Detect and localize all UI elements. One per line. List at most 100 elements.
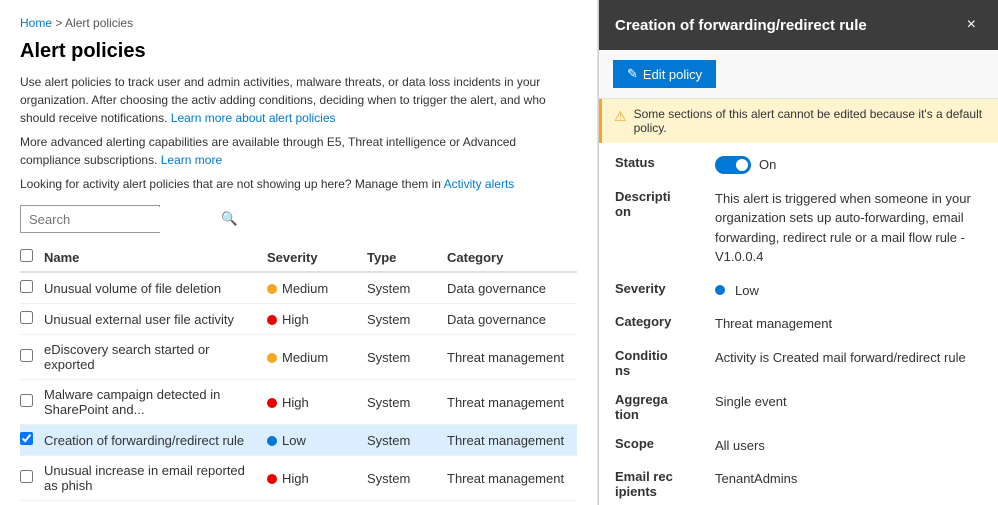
row-severity: High	[267, 380, 367, 425]
severity-indicator	[267, 474, 277, 484]
edit-policy-label: Edit policy	[643, 67, 702, 82]
edit-icon: ✎	[627, 66, 638, 82]
breadcrumb: Home > Alert policies	[20, 16, 577, 30]
row-checkbox[interactable]	[20, 394, 33, 407]
detail-content: Status On Description This alert is trig…	[599, 143, 998, 505]
row-type: System	[367, 335, 447, 380]
description-value: This alert is triggered when someone in …	[715, 189, 982, 267]
email-recipients-row: Email recipients TenantAdmins	[615, 469, 982, 499]
conditions-label: Conditions	[615, 348, 715, 378]
select-all-checkbox[interactable]	[20, 249, 33, 262]
row-category: Data governance	[447, 304, 577, 335]
severity-indicator	[267, 315, 277, 325]
row-name: Unusual increase in email reported as ph…	[44, 456, 267, 501]
row-category: Threat management	[447, 380, 577, 425]
severity-dot	[715, 285, 725, 295]
table-row[interactable]: Creation of forwarding/redirect rule Low…	[20, 425, 577, 456]
row-type: System	[367, 501, 447, 505]
row-type: System	[367, 304, 447, 335]
row-category: Threat management	[447, 425, 577, 456]
category-row: Category Threat management	[615, 314, 982, 334]
aggregation-label: Aggregation	[615, 392, 715, 422]
row-checkbox[interactable]	[20, 311, 33, 324]
close-button[interactable]: ×	[961, 14, 982, 36]
edit-policy-button[interactable]: ✎ Edit policy	[613, 60, 716, 88]
table-row[interactable]: Unusual external user file activity High…	[20, 304, 577, 335]
table-row[interactable]: Malware campaign detected in SharePoint …	[20, 380, 577, 425]
row-name: Unusual external user file activity	[44, 304, 267, 335]
description-row: Description This alert is triggered when…	[615, 189, 982, 267]
severity-value: Low	[715, 281, 982, 301]
row-type: System	[367, 380, 447, 425]
aggregation-value: Single event	[715, 392, 982, 422]
row-checkbox[interactable]	[20, 349, 33, 362]
search-box[interactable]: 🔍	[20, 205, 160, 233]
col-header-name: Name	[44, 243, 267, 272]
row-name: Unusual volume of file deletion	[44, 272, 267, 304]
row-name: Malware campaign detected in SharePoint …	[44, 380, 267, 425]
left-panel: Home > Alert policies Alert policies Use…	[0, 0, 598, 505]
category-value: Threat management	[715, 314, 982, 334]
detail-header: Creation of forwarding/redirect rule ×	[599, 0, 998, 50]
page-description-3: Looking for activity alert policies that…	[20, 175, 577, 193]
right-panel: Creation of forwarding/redirect rule × ✎…	[598, 0, 998, 505]
email-recipients-label: Email recipients	[615, 469, 715, 499]
severity-row: Severity Low	[615, 281, 982, 301]
row-name: Creation of forwarding/redirect rule	[44, 425, 267, 456]
search-input[interactable]	[21, 207, 213, 232]
table-row[interactable]: eDiscovery search started or exported Me…	[20, 335, 577, 380]
row-type: System	[367, 425, 447, 456]
col-header-severity: Severity	[267, 243, 367, 272]
col-header-category: Category	[447, 243, 577, 272]
severity-indicator	[267, 398, 277, 408]
severity-indicator	[267, 436, 277, 446]
search-button[interactable]: 🔍	[213, 206, 246, 232]
detail-title: Creation of forwarding/redirect rule	[615, 17, 867, 34]
status-toggle[interactable]	[715, 156, 751, 174]
detail-toolbar: ✎ Edit policy	[599, 50, 998, 99]
severity-label: Severity	[615, 281, 715, 301]
row-severity: Medium	[267, 272, 367, 304]
row-category: Threat management	[447, 335, 577, 380]
alert-table: Name Severity Type Category Unusual volu…	[20, 243, 577, 505]
activity-alerts-link[interactable]: Activity alerts	[444, 177, 515, 191]
page-title: Alert policies	[20, 40, 577, 63]
row-severity: High	[267, 304, 367, 335]
row-type: System	[367, 272, 447, 304]
learn-more-alert-link[interactable]: Learn more about alert policies	[171, 111, 336, 125]
status-row: Status On	[615, 155, 982, 175]
scope-row: Scope All users	[615, 436, 982, 456]
status-value: On	[715, 155, 982, 175]
severity-indicator	[267, 353, 277, 363]
table-row[interactable]: Unusual volume of external file sharing …	[20, 501, 577, 505]
row-checkbox[interactable]	[20, 470, 33, 483]
warning-bar: ⚠ Some sections of this alert cannot be …	[599, 99, 998, 143]
row-name: eDiscovery search started or exported	[44, 335, 267, 380]
row-category: Data governance	[447, 272, 577, 304]
page-description-2: More advanced alerting capabilities are …	[20, 133, 577, 169]
category-label: Category	[615, 314, 715, 334]
row-type: System	[367, 456, 447, 501]
row-checkbox[interactable]	[20, 432, 33, 445]
breadcrumb-home[interactable]: Home	[20, 16, 52, 30]
col-header-type: Type	[367, 243, 447, 272]
row-severity: Medium	[267, 335, 367, 380]
page-description-1: Use alert policies to track user and adm…	[20, 73, 577, 127]
breadcrumb-separator: >	[55, 16, 65, 30]
conditions-row: Conditions Activity is Created mail forw…	[615, 348, 982, 378]
scope-value: All users	[715, 436, 982, 456]
row-severity: Low	[267, 425, 367, 456]
status-label: Status	[615, 155, 715, 175]
row-checkbox[interactable]	[20, 280, 33, 293]
table-row[interactable]: Unusual increase in email reported as ph…	[20, 456, 577, 501]
warning-text: Some sections of this alert cannot be ed…	[634, 107, 986, 135]
email-recipients-value: TenantAdmins	[715, 469, 982, 499]
conditions-value: Activity is Created mail forward/redirec…	[715, 348, 982, 378]
description-label: Description	[615, 189, 715, 267]
learn-more-e5-link[interactable]: Learn more	[161, 153, 222, 167]
table-row[interactable]: Unusual volume of file deletion Medium S…	[20, 272, 577, 304]
row-severity: High	[267, 456, 367, 501]
status-text: On	[759, 155, 776, 175]
warning-icon: ⚠	[614, 108, 627, 125]
breadcrumb-current: Alert policies	[65, 16, 133, 30]
